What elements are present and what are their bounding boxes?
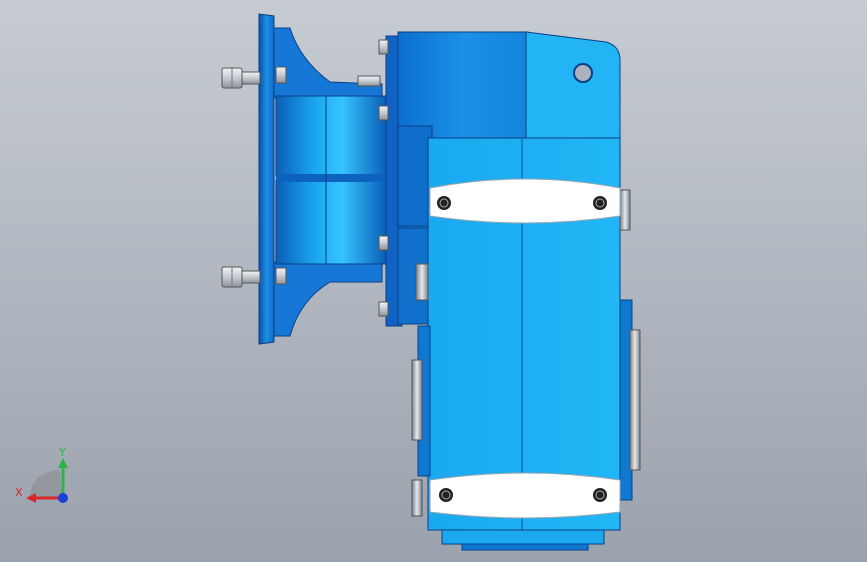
upper-band [429,178,621,224]
band-screw-1 [437,196,451,210]
band-screw-3 [439,488,453,502]
lower-band [429,472,621,519]
adapter-cylinder-top [275,95,387,177]
main-gearbox-body [411,137,641,551]
adapter-seam [276,174,386,182]
flange-plate [258,13,275,345]
3d-viewport[interactable]: Y X [0,0,867,562]
base-foot [441,529,605,545]
gearbox-model[interactable] [0,0,867,562]
adapter-cylinder-bottom [275,179,387,265]
band-screw-4 [593,488,607,502]
band-screw-2 [593,196,607,210]
lifting-eye [573,63,593,83]
upper-gear-case [525,31,621,141]
